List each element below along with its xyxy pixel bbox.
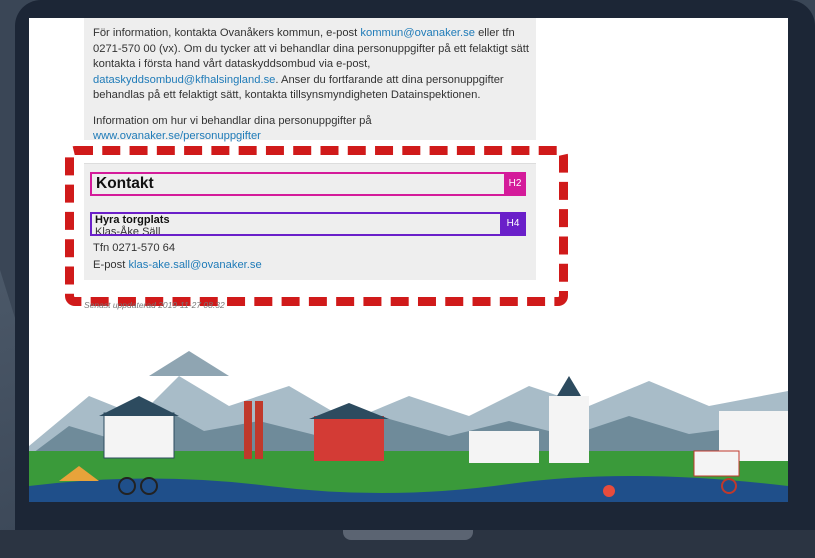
last-updated: Senast uppdaterad 2019-11-27 08.32 bbox=[84, 300, 225, 310]
privacy-info: För information, kontakta Ovanåkers komm… bbox=[93, 26, 533, 155]
personal-data-paragraph: Information om hur vi behandlar dina per… bbox=[93, 114, 372, 143]
personal-data-link[interactable]: www.ovanaker.se/personuppgifter bbox=[93, 130, 261, 142]
highlight-dashed-outline bbox=[65, 146, 568, 306]
dpo-email-link[interactable]: dataskyddsombud@kfhalsingland.se bbox=[93, 74, 275, 86]
laptop-screen: För information, kontakta Ovanåkers komm… bbox=[29, 18, 788, 502]
landscape-illustration bbox=[29, 336, 788, 502]
privacy-paragraph: För information, kontakta Ovanåkers komm… bbox=[93, 27, 529, 101]
laptop-notch bbox=[343, 530, 473, 540]
municipality-email-link[interactable]: kommun@ovanaker.se bbox=[360, 27, 475, 39]
